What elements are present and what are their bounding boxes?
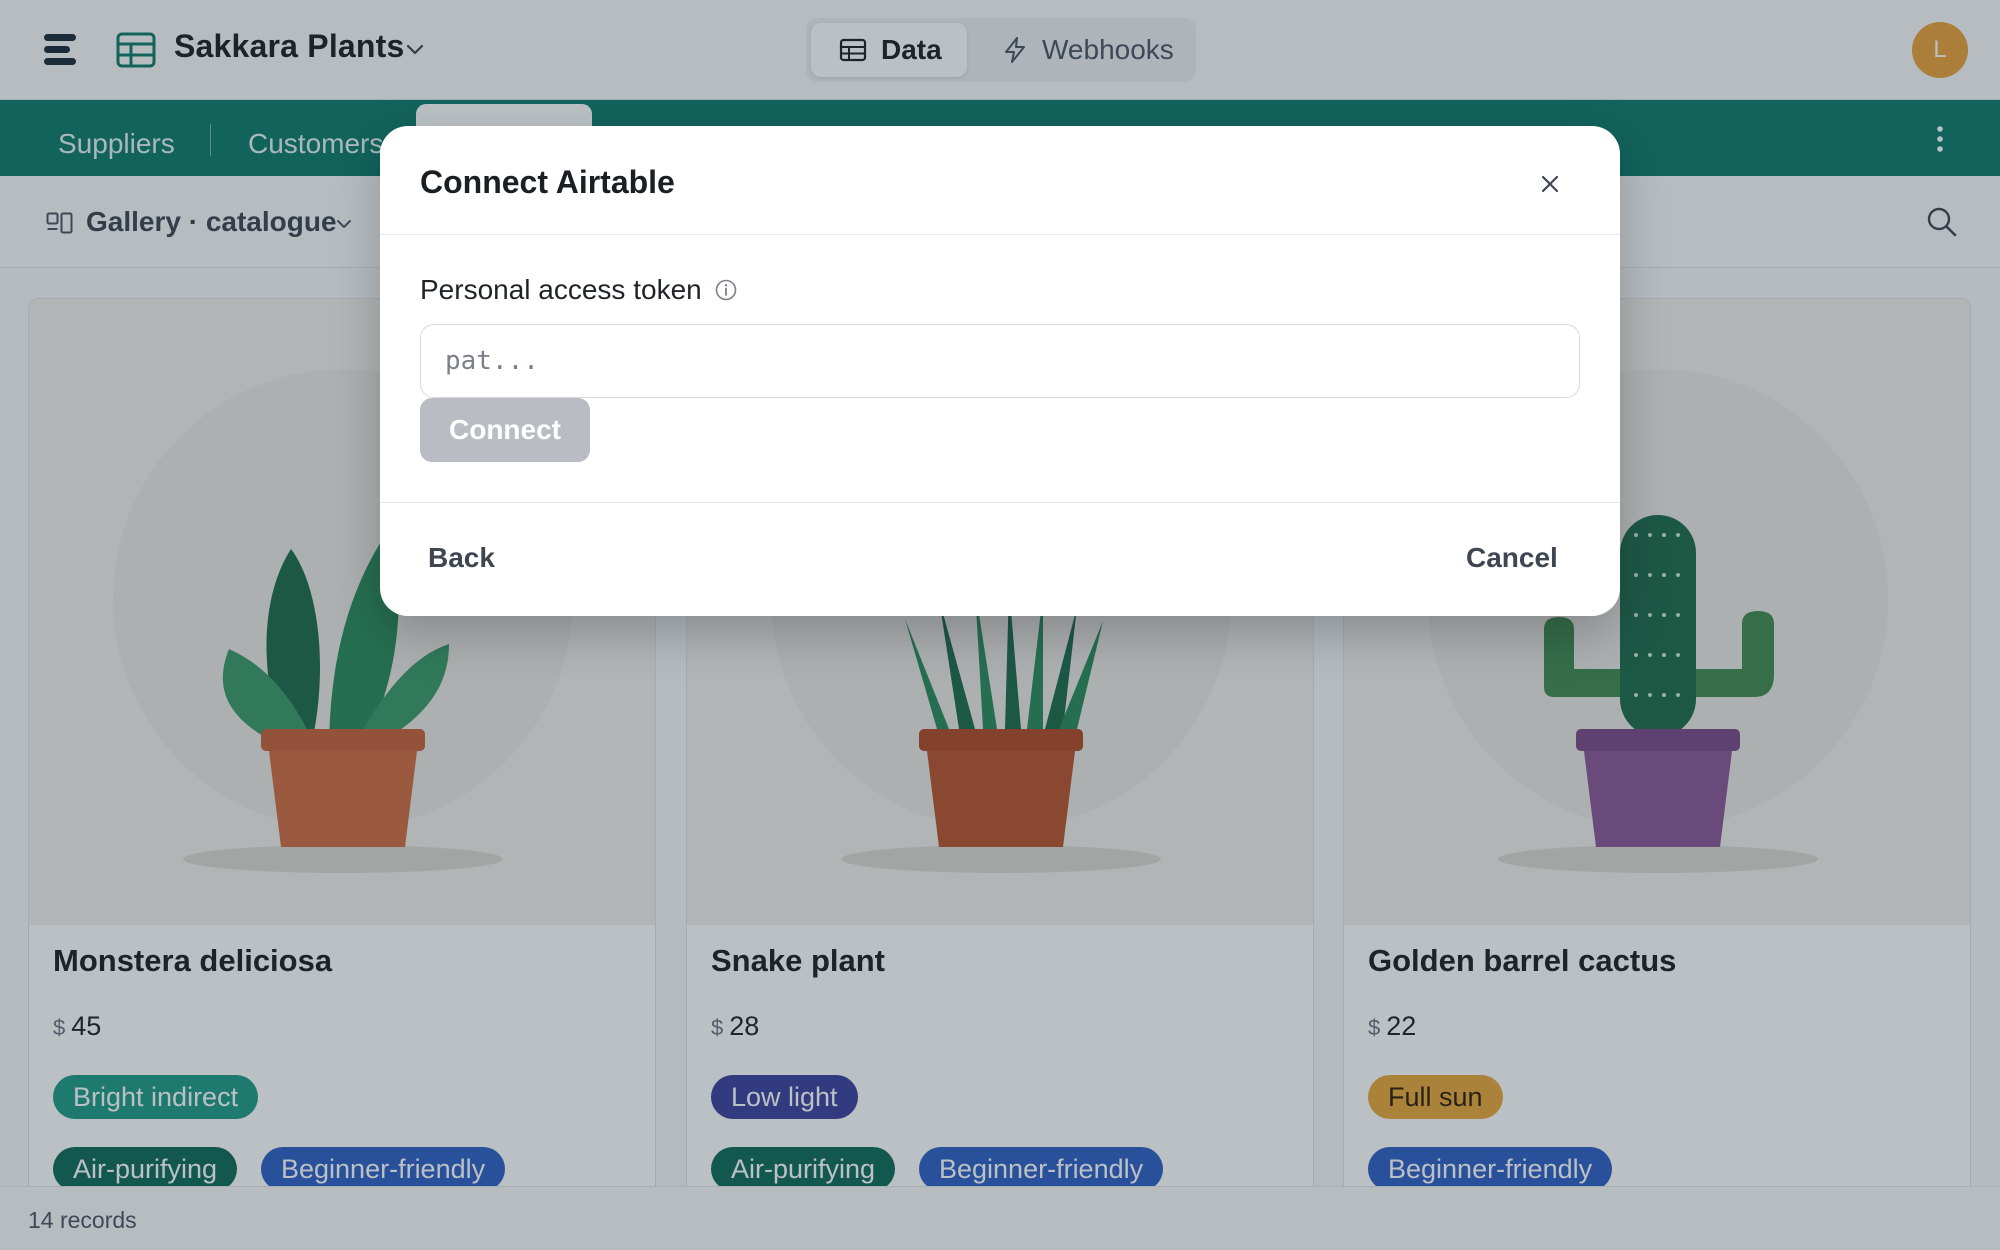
connect-button[interactable]: Connect: [420, 398, 590, 462]
token-input[interactable]: [420, 324, 1580, 398]
cancel-button[interactable]: Cancel: [1462, 538, 1562, 578]
dialog-title: Connect Airtable: [420, 164, 675, 200]
info-icon[interactable]: [714, 278, 738, 302]
dialog-divider: [380, 502, 1620, 503]
back-button[interactable]: Back: [424, 538, 499, 578]
dialog-divider: [380, 234, 1620, 235]
connect-airtable-dialog: Connect Airtable Personal access token C…: [380, 126, 1620, 616]
token-label: Personal access token: [420, 274, 702, 305]
close-icon: [1541, 175, 1559, 193]
close-button[interactable]: [1532, 166, 1568, 202]
